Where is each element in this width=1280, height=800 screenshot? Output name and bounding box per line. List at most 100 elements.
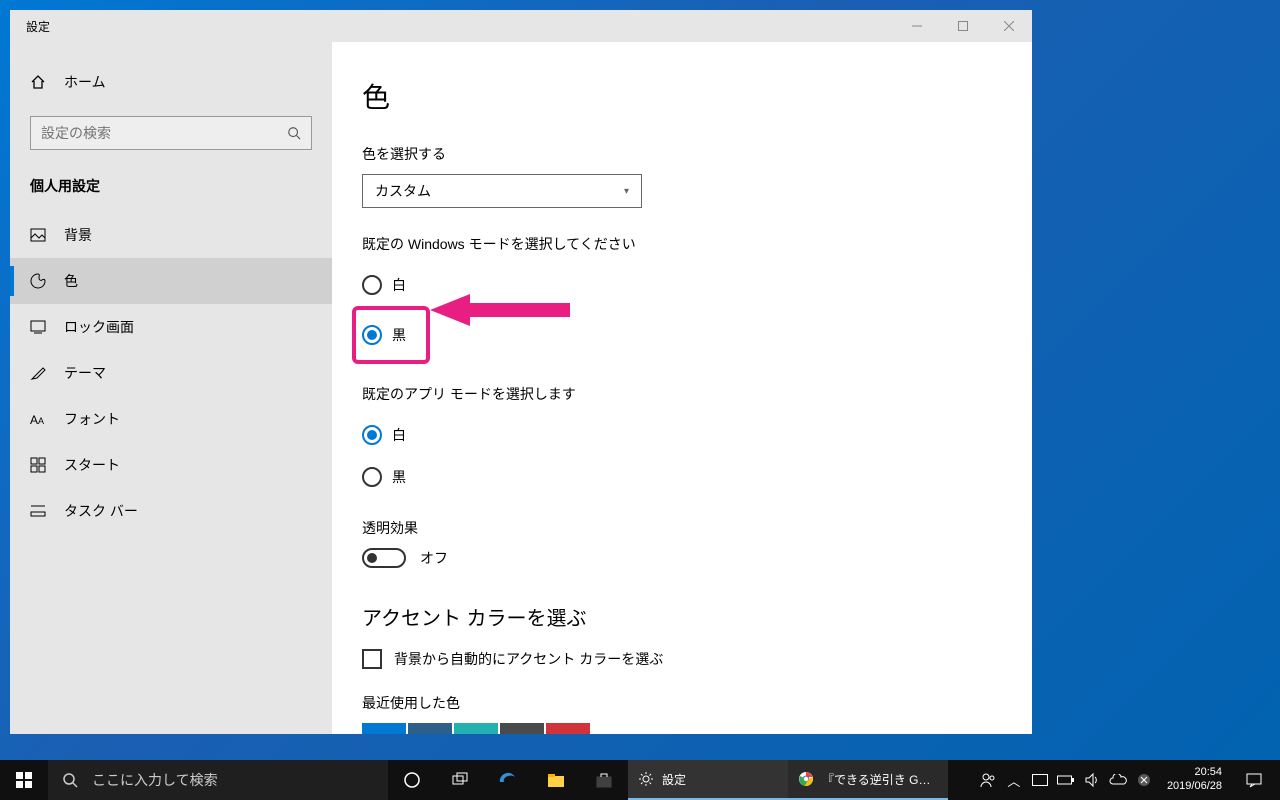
color-swatch[interactable] xyxy=(500,723,544,734)
radio-label: 黒 xyxy=(392,467,406,487)
taskbar-icon xyxy=(30,503,46,519)
start-button[interactable] xyxy=(0,760,48,800)
edge-button[interactable] xyxy=(484,760,532,800)
color-mode-dropdown[interactable]: カスタム ▾ xyxy=(362,174,642,208)
sidebar-item-taskbar[interactable]: タスク バー xyxy=(10,488,332,534)
main-content: 色 色を選択する カスタム ▾ 既定の Windows モードを選択してください… xyxy=(332,42,1032,734)
search-input[interactable] xyxy=(41,125,287,141)
radio-label: 白 xyxy=(392,275,406,295)
transparency-toggle-row: オフ xyxy=(362,548,1002,568)
windows-mode-light[interactable]: 白 xyxy=(362,264,1002,306)
sidebar-item-label: スタート xyxy=(64,455,120,475)
color-swatch[interactable] xyxy=(454,723,498,734)
minimize-button[interactable] xyxy=(894,10,940,42)
dropdown-value: カスタム xyxy=(375,181,431,201)
page-title: 色 xyxy=(362,76,1002,116)
color-swatch[interactable] xyxy=(362,723,406,734)
sidebar-item-fonts[interactable]: AA フォント xyxy=(10,396,332,442)
close-button[interactable] xyxy=(986,10,1032,42)
sidebar-section-label: 個人用設定 xyxy=(10,168,332,212)
sidebar-item-lockscreen[interactable]: ロック画面 xyxy=(10,304,332,350)
taskview-button[interactable] xyxy=(436,760,484,800)
sidebar-item-label: フォント xyxy=(64,409,120,429)
tray-close-icon[interactable] xyxy=(1133,760,1155,800)
start-icon xyxy=(30,457,46,473)
taskbar-app-chrome[interactable]: 『できる逆引き Goog... xyxy=(788,760,948,800)
app-mode-light[interactable]: 白 xyxy=(362,414,1002,456)
sidebar-item-label: テーマ xyxy=(64,363,106,383)
sidebar-item-background[interactable]: 背景 xyxy=(10,212,332,258)
tray-chevron-icon[interactable]: ︿ xyxy=(1003,760,1025,800)
settings-window: 設定 ホーム 個人用設定 背景 色 xyxy=(10,10,1032,734)
recent-colors-label: 最近使用した色 xyxy=(362,693,1002,713)
window-body: ホーム 個人用設定 背景 色 ロック画面 テーマ xyxy=(10,42,1032,734)
app-mode-group: 白 黒 xyxy=(362,414,1002,498)
palette-icon xyxy=(30,273,46,289)
radio-label: 白 xyxy=(392,425,406,445)
taskbar-search[interactable]: ここに入力して検索 xyxy=(48,760,388,800)
app-mode-dark[interactable]: 黒 xyxy=(362,456,1002,498)
search-icon xyxy=(287,126,301,140)
annotation-highlight: 黒 xyxy=(352,306,430,364)
clock-date: 2019/06/28 xyxy=(1167,780,1222,794)
sidebar-item-themes[interactable]: テーマ xyxy=(10,350,332,396)
home-label: ホーム xyxy=(64,72,106,92)
maximize-button[interactable] xyxy=(940,10,986,42)
store-button[interactable] xyxy=(580,760,628,800)
svg-text:A: A xyxy=(30,413,38,427)
checkbox-icon xyxy=(362,649,382,669)
taskbar-app-label: 設定 xyxy=(662,771,686,788)
sidebar: ホーム 個人用設定 背景 色 ロック画面 テーマ xyxy=(10,42,332,734)
clock-time: 20:54 xyxy=(1194,766,1222,780)
explorer-button[interactable] xyxy=(532,760,580,800)
sidebar-item-label: 色 xyxy=(64,271,78,291)
cortana-button[interactable] xyxy=(388,760,436,800)
battery-icon[interactable] xyxy=(1055,760,1077,800)
system-tray: ︿ 20:54 2019/06/28 xyxy=(977,760,1280,800)
taskbar-pinned xyxy=(388,760,628,800)
color-mode-label: 色を選択する xyxy=(362,144,1002,164)
sidebar-item-colors[interactable]: 色 xyxy=(10,258,332,304)
chrome-icon xyxy=(798,771,814,787)
sidebar-item-label: タスク バー xyxy=(64,501,138,521)
font-icon: AA xyxy=(30,411,46,427)
color-swatch[interactable] xyxy=(546,723,590,734)
chevron-down-icon: ▾ xyxy=(624,186,629,197)
taskbar-search-placeholder: ここに入力して検索 xyxy=(92,770,218,790)
settings-search[interactable] xyxy=(30,116,312,150)
windows-mode-group: 白 黒 xyxy=(362,264,1002,364)
sidebar-item-label: 背景 xyxy=(64,225,92,245)
taskbar: ここに入力して検索 設定 『できる逆引き Goog... ︿ 20:54 201… xyxy=(0,760,1280,800)
windows-mode-dark[interactable]: 黒 xyxy=(362,314,406,356)
window-controls xyxy=(894,10,1032,42)
radio-icon xyxy=(362,425,382,445)
action-center-button[interactable] xyxy=(1234,772,1274,788)
people-icon[interactable] xyxy=(977,760,999,800)
app-mode-label: 既定のアプリ モードを選択します xyxy=(362,384,1002,404)
sidebar-item-label: ロック画面 xyxy=(64,317,134,337)
svg-text:A: A xyxy=(38,416,44,426)
home-icon xyxy=(30,74,46,90)
volume-icon[interactable] xyxy=(1081,760,1103,800)
auto-accent-checkbox-row[interactable]: 背景から自動的にアクセント カラーを選ぶ xyxy=(362,649,1002,669)
taskbar-app-settings[interactable]: 設定 xyxy=(628,760,788,800)
transparency-label: 透明効果 xyxy=(362,518,1002,538)
sidebar-item-start[interactable]: スタート xyxy=(10,442,332,488)
home-button[interactable]: ホーム xyxy=(10,60,332,104)
taskbar-app-label: 『できる逆引き Goog... xyxy=(822,771,932,788)
onedrive-icon[interactable] xyxy=(1107,760,1129,800)
search-icon xyxy=(62,772,78,788)
brush-icon xyxy=(30,365,46,381)
taskbar-clock[interactable]: 20:54 2019/06/28 xyxy=(1159,766,1230,794)
gear-icon xyxy=(638,771,654,787)
transparency-toggle[interactable] xyxy=(362,548,406,568)
titlebar: 設定 xyxy=(10,10,1032,42)
transparency-state: オフ xyxy=(420,548,448,568)
radio-icon xyxy=(362,467,382,487)
recent-color-swatches xyxy=(362,723,1002,734)
color-swatch[interactable] xyxy=(408,723,452,734)
windows-mode-label: 既定の Windows モードを選択してください xyxy=(362,234,1002,254)
keyboard-icon[interactable] xyxy=(1029,760,1051,800)
radio-icon xyxy=(362,325,382,345)
radio-icon xyxy=(362,275,382,295)
